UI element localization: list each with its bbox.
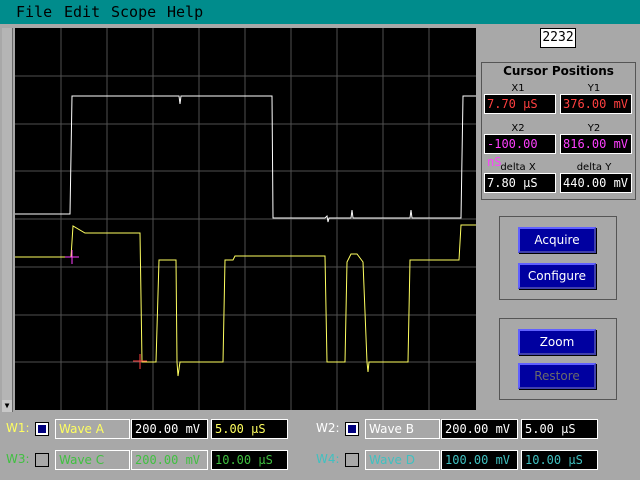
w1-volts-field[interactable]: 200.00 mV <box>131 419 208 439</box>
w2-time-field[interactable]: 5.00 µS <box>521 419 598 439</box>
w4-time-field[interactable]: 10.00 µS <box>521 450 598 470</box>
w1-name-field[interactable]: Wave A <box>55 419 130 439</box>
w1-time-field[interactable]: 5.00 µS <box>211 419 288 439</box>
y1-label: Y1 <box>587 83 601 94</box>
w4-label: W4: <box>316 452 340 466</box>
w3-volts-field[interactable]: 200.00 mV <box>131 450 208 470</box>
zoom-button[interactable]: Zoom <box>518 329 596 355</box>
cursor-x1-y1-marker[interactable] <box>133 354 147 369</box>
delta-x-label: delta X <box>500 162 536 173</box>
w4-enable-checkbox[interactable] <box>345 453 359 467</box>
delta-y-value: 440.00 mV <box>560 173 632 193</box>
w2-name-field[interactable]: Wave B <box>365 419 440 439</box>
menu-edit[interactable]: Edit <box>64 2 100 22</box>
menu-help[interactable]: Help <box>167 2 203 22</box>
w3-name-field[interactable]: Wave C <box>55 450 130 470</box>
w1-enable-checkbox[interactable] <box>35 422 49 436</box>
oscilloscope-display[interactable] <box>15 28 476 410</box>
w3-enable-checkbox[interactable] <box>35 453 49 467</box>
w3-time-field[interactable]: 10.00 µS <box>211 450 288 470</box>
w1-label: W1: <box>6 421 30 435</box>
y1-value: 376.00 mV <box>560 94 632 114</box>
configure-button[interactable]: Configure <box>518 263 596 289</box>
y2-label: Y2 <box>587 123 601 134</box>
graticule-grid <box>15 28 476 410</box>
scrollbar-thumb[interactable] <box>2 28 12 400</box>
delta-y-label: delta Y <box>576 162 612 173</box>
x1-label: X1 <box>511 83 525 94</box>
menu-scope[interactable]: Scope <box>111 2 156 22</box>
acquire-button-group: Acquire Configure <box>499 216 617 300</box>
w2-label: W2: <box>316 421 340 435</box>
w2-volts-field[interactable]: 200.00 mV <box>441 419 518 439</box>
x1-value: 7.70 µS <box>484 94 556 114</box>
w4-volts-field[interactable]: 100.00 mV <box>441 450 518 470</box>
restore-button[interactable]: Restore <box>518 363 596 389</box>
w4-name-field[interactable]: Wave D <box>365 450 440 470</box>
x2-label: X2 <box>511 123 525 134</box>
w2-enable-checkbox[interactable] <box>345 422 359 436</box>
wave-settings-panel: W1: Wave A 200.00 mV 5.00 µS W2: Wave B … <box>0 414 640 480</box>
vertical-scrollbar[interactable]: ▼ <box>2 28 13 412</box>
w3-label: W3: <box>6 452 30 466</box>
cursor-x2-y2-marker[interactable] <box>65 250 79 264</box>
zoom-button-group: Zoom Restore <box>499 318 617 400</box>
cursor-positions-panel: Cursor Positions X1 Y1 7.70 µS 376.00 mV… <box>481 62 636 200</box>
x2-value: -100.00 nS <box>484 134 556 169</box>
menu-file[interactable]: File <box>16 2 52 22</box>
delta-x-value: 7.80 µS <box>484 173 556 193</box>
acquisition-counter: 2232 <box>540 28 576 48</box>
menu-bar: File Edit Scope Help <box>0 0 640 24</box>
cursor-panel-title: Cursor Positions <box>503 64 614 78</box>
acquire-button[interactable]: Acquire <box>518 227 596 253</box>
y2-value: 816.00 mV <box>560 134 632 154</box>
scroll-down-arrow-icon[interactable]: ▼ <box>2 400 12 412</box>
waveform-plot <box>15 28 476 410</box>
